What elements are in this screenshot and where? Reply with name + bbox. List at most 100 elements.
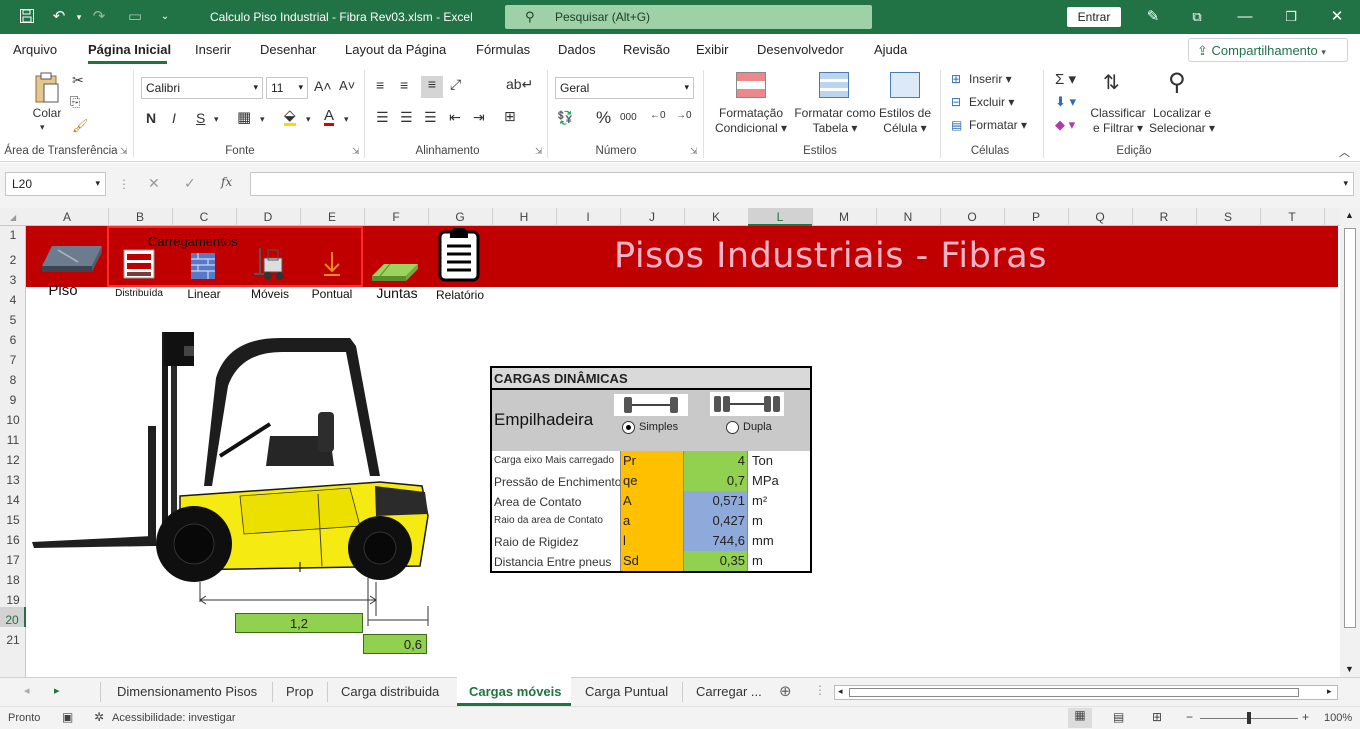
nav-pontual[interactable]: Pontual	[308, 287, 356, 301]
sort-filter-icon[interactable]: ⇅	[1103, 70, 1120, 95]
number-format-select[interactable]: Geral ▾	[555, 77, 694, 99]
underline-button[interactable]: S	[196, 110, 205, 126]
conditional-formatting-button[interactable]: Formatação Condicional ▾	[710, 106, 792, 136]
align-right-icon[interactable]: ☰	[424, 109, 437, 126]
find-select-button[interactable]: Localizar e Selecionar ▾	[1148, 106, 1216, 136]
next-sheet-icon[interactable]: ▸	[54, 684, 60, 697]
delete-cells-icon[interactable]: ⊟	[951, 95, 961, 109]
pen-icon[interactable]: ✎	[1144, 8, 1162, 26]
column-header[interactable]: P	[1004, 210, 1068, 224]
column-header[interactable]: K	[684, 210, 748, 224]
tab-desenhar[interactable]: Desenhar	[260, 42, 316, 57]
row-symbol[interactable]: Sd	[620, 551, 684, 571]
restore-icon[interactable]: ❐	[1282, 8, 1300, 26]
tab-arquivo[interactable]: Arquivo	[13, 42, 57, 57]
row-header[interactable]: 1	[0, 226, 26, 242]
format-cells-button[interactable]: Formatar ▾	[969, 118, 1027, 133]
row-header[interactable]: 3	[0, 267, 26, 287]
nav-distribuida[interactable]: Distribuída	[114, 288, 164, 299]
sheet-tab-dimensionamento[interactable]: Dimensionamento Pisos	[117, 684, 257, 699]
format-as-table-button[interactable]: Formatar como Tabela ▾	[790, 106, 880, 136]
orientation-icon[interactable]: ⤢	[450, 76, 461, 93]
bold-button[interactable]: N	[146, 110, 156, 126]
delete-cells-button[interactable]: Excluir ▾	[969, 95, 1014, 110]
dialog-launcher-icon[interactable]: ⇲	[120, 146, 128, 157]
decrease-decimal-icon[interactable]: →0	[676, 110, 692, 121]
row-header[interactable]: 21	[0, 627, 26, 647]
floor-slab-icon[interactable]	[38, 236, 104, 274]
chevron-down-icon[interactable]: ▾	[344, 114, 349, 125]
page-layout-icon[interactable]: ▤	[1113, 710, 1124, 724]
font-color-icon[interactable]: A	[324, 108, 335, 126]
decrease-font-icon[interactable]: A˅	[339, 78, 355, 93]
row-header[interactable]: 9	[0, 387, 26, 407]
row-header[interactable]: 14	[0, 487, 26, 507]
chevron-down-icon[interactable]: ▾	[1343, 178, 1348, 189]
row-header[interactable]: 17	[0, 547, 26, 567]
tab-ajuda[interactable]: Ajuda	[874, 42, 907, 57]
autosum-icon[interactable]: Σ ▾	[1055, 70, 1076, 88]
nav-juntas[interactable]: Juntas	[372, 285, 422, 301]
align-middle-icon[interactable]: ≡	[400, 77, 408, 93]
insert-cells-button[interactable]: Inserir ▾	[969, 72, 1012, 87]
row-value[interactable]: 4	[684, 451, 748, 471]
select-all-icon[interactable]: ◢	[10, 213, 16, 222]
point-load-icon[interactable]	[320, 250, 344, 278]
scroll-up-icon[interactable]: ▲	[1345, 210, 1354, 220]
customize-toolbar-icon[interactable]: ⌄	[156, 8, 174, 26]
cancel-icon[interactable]: ✕	[148, 175, 160, 192]
distributed-load-icon[interactable]	[122, 248, 156, 280]
decrease-indent-icon[interactable]: ⇤	[449, 109, 461, 126]
row-header[interactable]: 4	[0, 287, 26, 307]
cell-styles-button[interactable]: Estilos de Célula ▾	[876, 106, 934, 136]
align-center-icon[interactable]: ☰	[400, 109, 413, 126]
format-painter-icon[interactable]: 🖌	[72, 118, 89, 134]
column-header[interactable]: F	[364, 210, 428, 224]
share-button[interactable]: ⇪ Compartilhamento ▾	[1188, 38, 1348, 62]
nav-moveis[interactable]: Móveis	[248, 287, 292, 301]
row-header[interactable]: 11	[0, 427, 26, 447]
currency-icon[interactable]: 💱	[557, 110, 573, 126]
find-icon[interactable]: ⚲	[1168, 68, 1186, 97]
row-symbol[interactable]: a	[620, 511, 684, 531]
increase-font-icon[interactable]: A˄	[314, 78, 332, 94]
sheet-tab-carga-distribuida[interactable]: Carga distribuida	[341, 684, 439, 699]
row-value[interactable]: 744,6	[684, 531, 748, 551]
forklift-icon[interactable]	[252, 246, 290, 282]
dialog-launcher-icon[interactable]: ⇲	[535, 146, 543, 157]
nav-piso[interactable]: Piso	[38, 282, 88, 299]
tab-dados[interactable]: Dados	[558, 42, 596, 57]
row-header[interactable]: 2	[0, 242, 26, 267]
hscroll-thumb[interactable]	[849, 688, 1299, 697]
format-as-table-icon[interactable]	[819, 72, 849, 98]
row-header[interactable]: 15	[0, 507, 26, 527]
undo-icon[interactable]: ↶	[50, 8, 68, 26]
italic-button[interactable]: I	[172, 110, 176, 126]
normal-view-icon[interactable]: ▦	[1068, 708, 1092, 728]
axle-width-cell[interactable]: 1,2	[235, 613, 363, 633]
redo-icon[interactable]: ↷	[90, 8, 108, 26]
scroll-right-icon[interactable]: ▸	[1327, 686, 1332, 697]
undo-dropdown-icon[interactable]: ▾	[70, 8, 88, 26]
tab-exibir[interactable]: Exibir	[696, 42, 729, 57]
paste-button[interactable]: Colar	[30, 106, 64, 121]
worksheet[interactable]: Pisos Industriais - Fibras Piso Carregam…	[26, 226, 1338, 677]
column-header[interactable]: E	[300, 210, 364, 224]
column-header[interactable]: T	[1260, 210, 1324, 224]
wrap-text-icon[interactable]: ab↵	[506, 76, 533, 93]
percent-icon[interactable]: %	[596, 108, 611, 128]
row-symbol[interactable]: l	[620, 531, 684, 551]
dialog-launcher-icon[interactable]: ⇲	[690, 146, 698, 157]
fill-color-icon[interactable]: ⬙	[284, 108, 296, 126]
sheet-tab-carga-puntual[interactable]: Carga Puntual	[585, 684, 668, 699]
row-header[interactable]: 20	[0, 607, 26, 627]
tab-inserir[interactable]: Inserir	[195, 42, 231, 57]
scroll-thumb[interactable]	[1344, 228, 1356, 628]
scroll-left-icon[interactable]: ◂	[838, 686, 843, 697]
row-header[interactable]: 10	[0, 407, 26, 427]
zoom-in-icon[interactable]: +	[1302, 710, 1309, 724]
sheet-tab-prop[interactable]: Prop	[286, 684, 313, 699]
thousands-icon[interactable]: 000	[620, 112, 637, 123]
row-header[interactable]: 12	[0, 447, 26, 467]
report-icon[interactable]	[436, 226, 482, 284]
